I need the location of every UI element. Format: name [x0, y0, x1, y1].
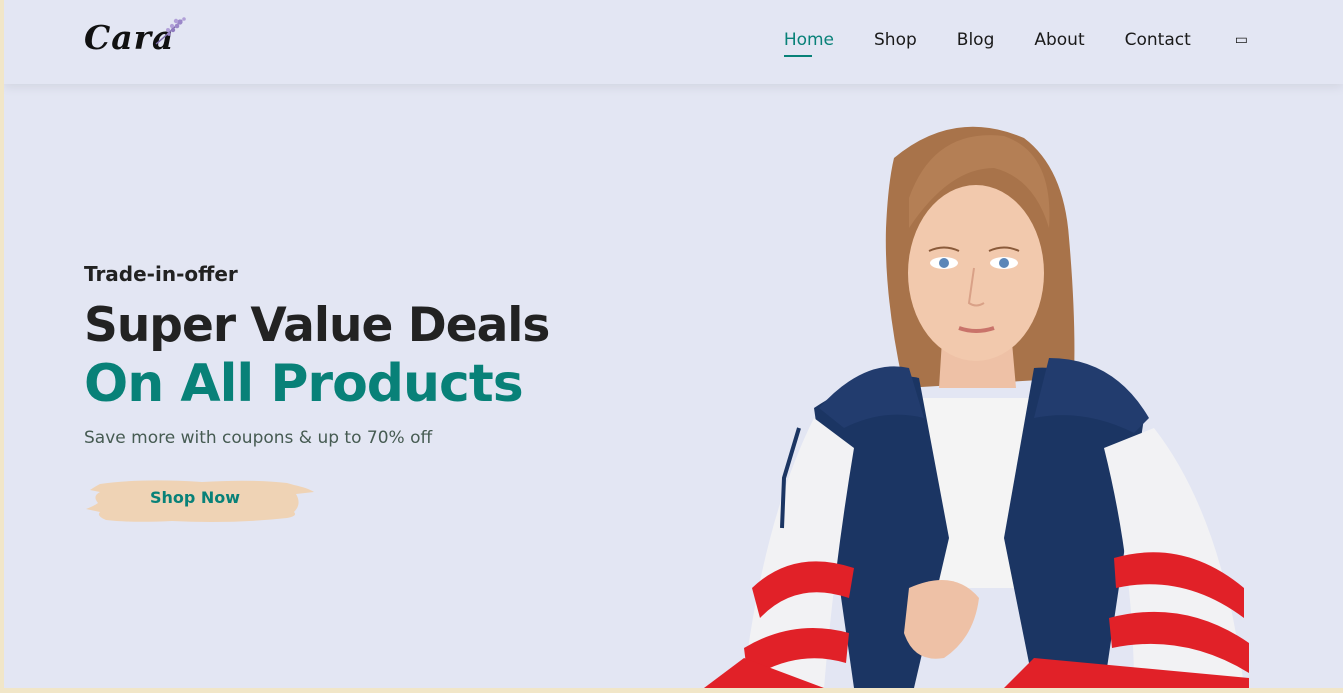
- nav-about[interactable]: About: [1034, 30, 1084, 50]
- site-header: Cara Home Shop Blog About Contact ▭: [4, 0, 1343, 84]
- nav-blog[interactable]: Blog: [957, 30, 995, 50]
- hero-model-image: [704, 126, 1249, 688]
- hero-heading: Super Value Deals: [84, 298, 550, 353]
- nav-shop[interactable]: Shop: [874, 30, 917, 50]
- lavender-flower-icon: [155, 17, 186, 45]
- hero-heading-accent: On All Products: [84, 354, 524, 414]
- nav-home[interactable]: Home: [783, 30, 834, 57]
- shop-now-button[interactable]: Shop Now: [82, 476, 314, 526]
- brand-logo[interactable]: Cara: [84, 16, 194, 68]
- shopping-bag-icon[interactable]: ▭: [1235, 32, 1248, 48]
- hero-tag: Trade-in-offer: [84, 262, 238, 286]
- hero-text: Trade-in-offer Super Value Deals On All …: [84, 262, 550, 448]
- page: Cara Home Shop Blog About Contact ▭ Trad…: [4, 0, 1343, 688]
- shop-now-label: Shop Now: [149, 488, 241, 507]
- hero-subtitle: Save more with coupons & up to 70% off: [84, 428, 433, 448]
- nav-contact[interactable]: Contact: [1125, 30, 1191, 50]
- main-nav: Home Shop Blog About Contact ▭: [783, 0, 1248, 80]
